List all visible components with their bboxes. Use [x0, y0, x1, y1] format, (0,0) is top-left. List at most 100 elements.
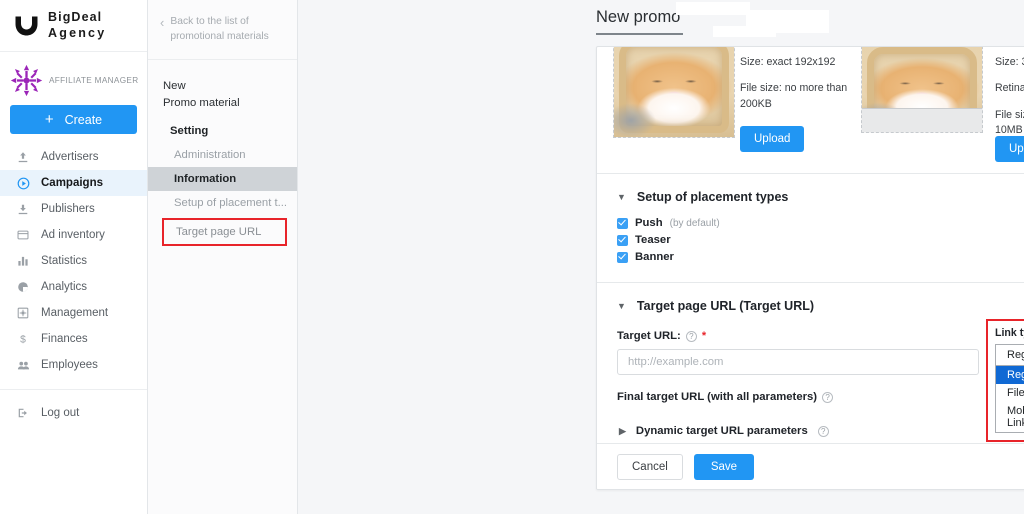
- subnav-item-setting[interactable]: Setting: [148, 114, 297, 143]
- spec-size: Size: exact 192x192: [740, 56, 836, 68]
- cancel-button[interactable]: Cancel: [617, 453, 683, 480]
- icon-upload-block: Size: exact 192x192 File size: no more t…: [597, 47, 855, 173]
- sidebar-item-employees[interactable]: Employees: [0, 352, 147, 378]
- target-url-input[interactable]: [617, 349, 979, 375]
- brand-line-2: Agency: [48, 25, 107, 40]
- sidebar-item-logout[interactable]: Log out: [0, 400, 147, 426]
- icon-preview-thumbnail[interactable]: [613, 47, 735, 138]
- sidebar-item-advertisers[interactable]: Advertisers: [0, 144, 147, 170]
- sidebar-item-finances[interactable]: $ Finances: [0, 326, 147, 352]
- page-header: New promo: [298, 0, 1024, 42]
- plus-icon: +: [44, 111, 54, 128]
- link-type-selected-value: Regular: [1007, 349, 1024, 361]
- form-footer: Cancel Save: [597, 443, 1024, 489]
- banner-upload-block: Size: 360x240 Retina display: 720x480 Fi…: [855, 47, 1024, 173]
- checkbox-note: (by default): [669, 217, 720, 229]
- brand-logo[interactable]: BigDeal Agency: [0, 0, 147, 52]
- subnav-item-setup-of-placement-types[interactable]: Setup of placement t...: [148, 191, 297, 215]
- secondary-sidebar: ‹ Back to the list of promotional materi…: [148, 0, 298, 514]
- sidebar-item-publishers[interactable]: Publishers: [0, 196, 147, 222]
- chevron-left-icon: ‹: [160, 15, 165, 30]
- back-to-list-link[interactable]: ‹ Back to the list of promotional materi…: [148, 0, 297, 60]
- spec-file-size: File size: no more than 10MB: [995, 108, 1024, 137]
- back-link-line-2: promotional materials: [170, 30, 269, 42]
- back-link-line-1: Back to the list of: [170, 16, 249, 27]
- save-button[interactable]: Save: [693, 453, 755, 480]
- nav-divider: [0, 389, 147, 390]
- subnav-title: New Promo material: [148, 60, 297, 114]
- sidebar-label: Publishers: [41, 203, 95, 215]
- people-icon: [16, 358, 30, 372]
- spec-file-size: File size: no more than 200KB: [740, 82, 848, 110]
- main-content: New promo Size: exact 192x192 File size:…: [298, 0, 1024, 514]
- sidebar-label: Advertisers: [41, 151, 99, 163]
- link-type-option-regular[interactable]: Regular: [996, 366, 1024, 384]
- redaction-block: [713, 26, 776, 37]
- caret-down-icon: ▼: [617, 300, 626, 311]
- checkbox-label: Banner: [635, 251, 674, 263]
- main-sidebar: BigDeal Agency AFFILIATE MANAGER + Creat…: [0, 0, 148, 514]
- spec-retina: Retina display: 720x480: [995, 82, 1024, 95]
- link-type-option-file[interactable]: File: [996, 384, 1024, 402]
- checkbox-push[interactable]: [617, 217, 628, 229]
- required-marker: *: [701, 329, 707, 342]
- final-target-url-label-row: Final target URL (with all parameters) ?: [617, 391, 1024, 403]
- sidebar-item-ad-inventory[interactable]: Ad inventory: [0, 222, 147, 248]
- pie-chart-icon: [16, 280, 30, 294]
- caret-right-icon: ▶: [619, 425, 626, 436]
- create-button[interactable]: + Create: [10, 105, 137, 134]
- cat-in-bread-image: [614, 47, 734, 137]
- checkbox-banner[interactable]: [617, 251, 628, 263]
- brand-line-1: BigDeal: [48, 9, 103, 24]
- affiliate-mandala-logo-icon: [10, 64, 43, 97]
- promo-material-form-card: Size: exact 192x192 File size: no more t…: [596, 46, 1024, 490]
- placement-types-section: ▼ Setup of placement types Push (by defa…: [597, 174, 1024, 283]
- dynamic-parameters-label: Dynamic target URL parameters: [635, 425, 808, 437]
- checkbox-label: Teaser: [635, 234, 671, 246]
- sidebar-label: Finances: [41, 333, 88, 345]
- checkbox-row-push[interactable]: Push (by default): [617, 217, 1024, 229]
- sidebar-item-management[interactable]: Management: [0, 300, 147, 326]
- placement-types-header[interactable]: ▼ Setup of placement types: [617, 190, 1024, 204]
- upload-icon-button[interactable]: Upload: [740, 126, 805, 152]
- sidebar-label: Log out: [41, 407, 80, 419]
- sidebar-label: Analytics: [41, 281, 88, 293]
- target-url-header[interactable]: ▼ Target page URL (Target URL): [617, 299, 1024, 313]
- link-type-select[interactable]: Regular ▼: [995, 344, 1024, 366]
- sidebar-label: Management: [41, 307, 109, 319]
- play-circle-icon: [16, 176, 30, 190]
- primary-nav: Advertisers Campaigns Publishers Ad inve…: [0, 144, 147, 426]
- create-button-label: Create: [64, 112, 103, 127]
- question-mark-icon[interactable]: ?: [822, 391, 834, 403]
- affiliate-manager-row: AFFILIATE MANAGER: [0, 52, 147, 103]
- checkbox-row-banner[interactable]: Banner: [617, 251, 1024, 263]
- link-type-options-list: Regular File Mobile Deep Link: [995, 366, 1024, 433]
- logout-icon: [16, 406, 30, 420]
- affiliate-manager-label: AFFILIATE MANAGER: [49, 76, 139, 85]
- subnav-item-target-page-url[interactable]: Target page URL: [162, 217, 287, 246]
- link-type-option-mobile-deep-link[interactable]: Mobile Deep Link: [996, 402, 1024, 432]
- final-target-url-label: Final target URL (with all parameters): [617, 391, 818, 403]
- sidebar-item-analytics[interactable]: Analytics: [0, 274, 147, 300]
- checkbox-row-teaser[interactable]: Teaser: [617, 234, 1024, 246]
- question-mark-icon[interactable]: ?: [817, 425, 829, 437]
- icon-upload-specs: Size: exact 192x192 File size: no more t…: [740, 55, 848, 123]
- subnav-title-line-2: Promo material: [163, 96, 240, 109]
- placement-types-list: Push (by default) Teaser Banner: [617, 217, 1024, 263]
- question-mark-icon[interactable]: ?: [685, 330, 697, 342]
- checkbox-teaser[interactable]: [617, 234, 628, 246]
- banner-preview-thumbnail[interactable]: [861, 47, 983, 133]
- sidebar-item-statistics[interactable]: Statistics: [0, 248, 147, 274]
- subnav-item-information[interactable]: Information: [148, 166, 297, 191]
- page-title: New promo: [596, 8, 681, 26]
- checkbox-label: Push: [635, 217, 663, 229]
- upload-banner-button[interactable]: Upload: [995, 136, 1024, 162]
- upload-section: Size: exact 192x192 File size: no more t…: [597, 47, 1024, 174]
- sidebar-label: Statistics: [41, 255, 88, 267]
- subnav-item-administration[interactable]: Administration: [148, 143, 297, 167]
- dynamic-target-url-parameters-toggle[interactable]: ▶ Dynamic target URL parameters ?: [619, 425, 1024, 437]
- placement-types-title: Setup of placement types: [636, 190, 789, 204]
- subnav-title-line-1: New: [163, 79, 186, 92]
- sidebar-item-campaigns[interactable]: Campaigns: [0, 170, 147, 196]
- page-title-underline: [596, 33, 683, 35]
